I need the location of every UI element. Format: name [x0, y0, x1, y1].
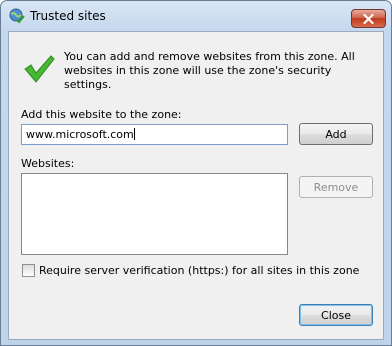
- globe-check-icon: [9, 8, 25, 24]
- trusted-sites-dialog: Trusted sites You can add and remove web…: [0, 0, 392, 346]
- close-window-button[interactable]: [351, 9, 386, 28]
- zone-info-text: You can add and remove websites from thi…: [64, 50, 355, 91]
- add-website-label: Add this website to the zone:: [21, 108, 182, 121]
- close-button[interactable]: Close: [299, 304, 373, 326]
- websites-label: Websites:: [21, 157, 75, 170]
- green-checkmark-icon: [24, 55, 55, 83]
- window-title: Trusted sites: [30, 9, 106, 23]
- require-verification-label[interactable]: Require server verification (https:) for…: [39, 264, 359, 277]
- website-url-value: www.microsoft.com: [26, 128, 134, 141]
- title-bar[interactable]: Trusted sites: [1, 1, 391, 31]
- add-button[interactable]: Add: [299, 123, 373, 145]
- text-caret: [133, 128, 135, 140]
- website-url-input[interactable]: www.microsoft.com: [21, 124, 288, 145]
- dialog-content: You can add and remove websites from thi…: [8, 31, 384, 340]
- close-icon: [363, 13, 374, 24]
- require-verification-checkbox[interactable]: [22, 264, 35, 277]
- remove-button[interactable]: Remove: [299, 176, 373, 198]
- websites-list[interactable]: [21, 173, 288, 255]
